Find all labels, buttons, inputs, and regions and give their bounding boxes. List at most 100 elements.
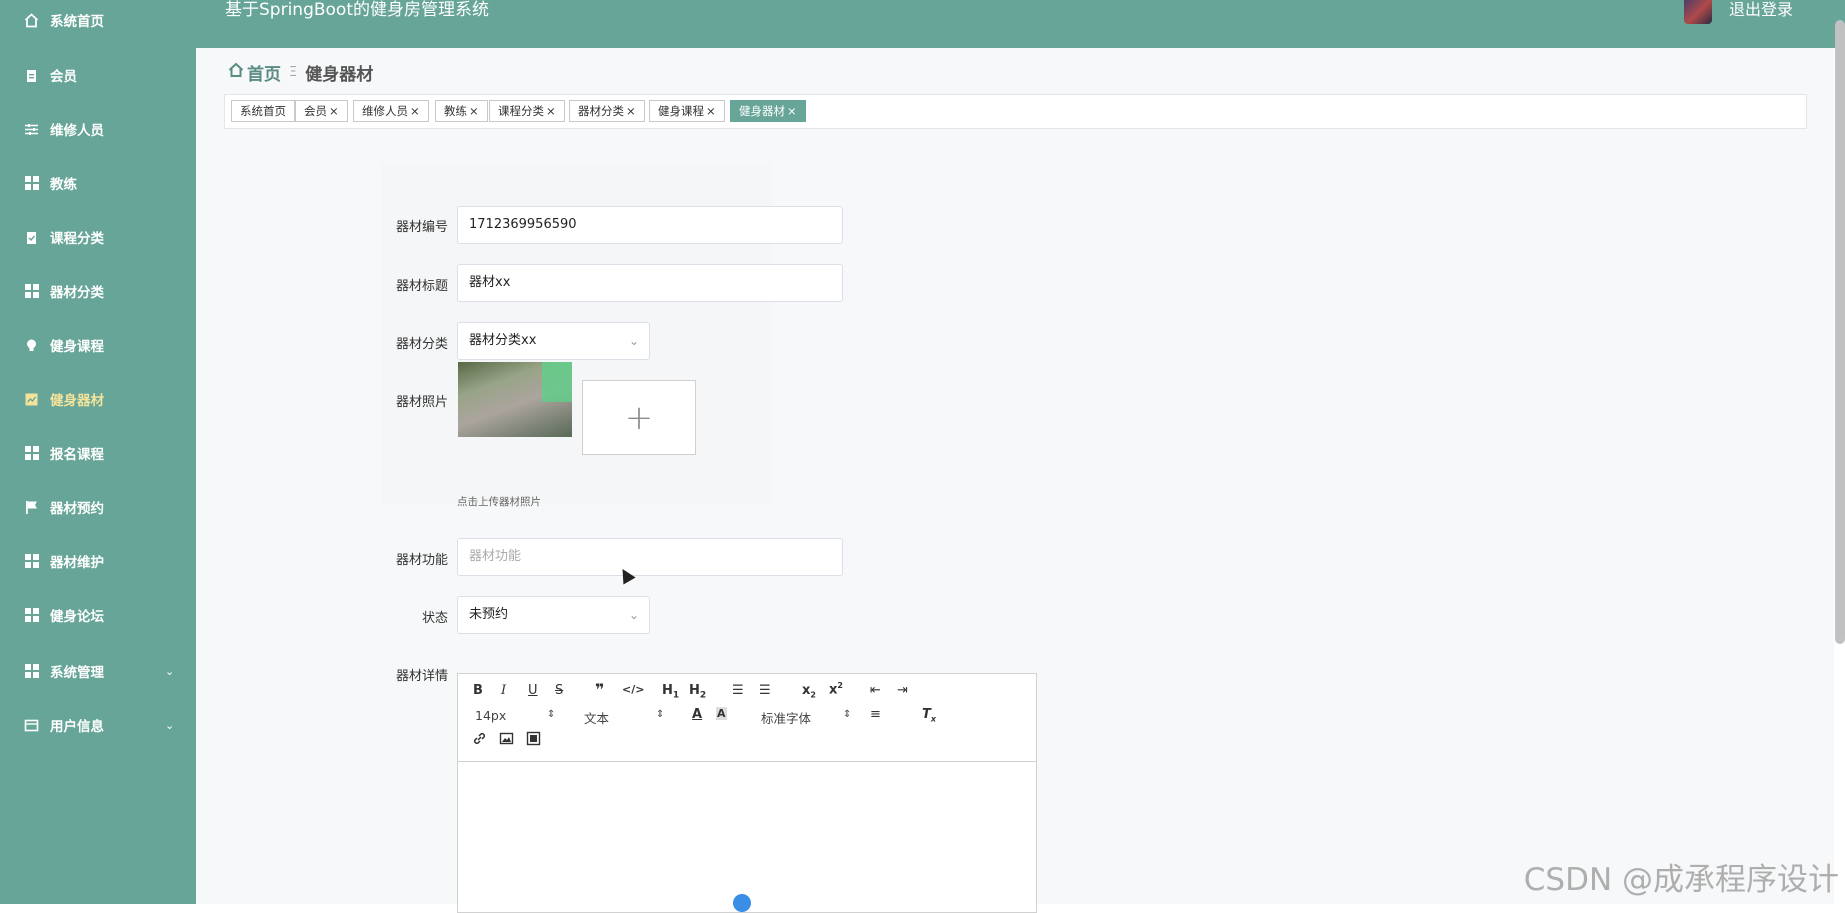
equipment-title-label: 器材标题 xyxy=(395,279,448,294)
video-icon[interactable] xyxy=(526,731,541,750)
equipment-code-input[interactable]: 1712369956590 xyxy=(457,206,843,244)
image-icon[interactable] xyxy=(499,731,514,750)
ordered-list-icon[interactable]: ☰ xyxy=(732,683,744,698)
tag-label: 健身课程 xyxy=(658,104,704,118)
grid-icon xyxy=(24,284,39,299)
tags-bar: 系统首页 会员 × 维修人员 × 教练 × 课程分类 × 器材分类 × 健身课程 × 健身器… xyxy=(224,94,1807,129)
tag-fitness-course[interactable]: 健身课程 × xyxy=(649,100,725,122)
vertical-scrollbar[interactable] xyxy=(1835,20,1845,644)
block-type-select[interactable]: 文本 ⇕ xyxy=(584,708,666,727)
close-icon[interactable]: × xyxy=(410,104,420,118)
sidebar-item-fitness-equipment[interactable]: 健身器材 xyxy=(0,379,196,419)
equipment-photo-thumbnail[interactable] xyxy=(458,362,572,437)
clipboard-icon xyxy=(24,230,39,245)
tag-member[interactable]: 会员 × xyxy=(295,100,348,122)
background-color-icon[interactable]: A xyxy=(716,707,727,720)
sidebar-item-user-info[interactable]: 用户信息 ⌄ xyxy=(0,705,196,745)
tag-label: 健身器材 xyxy=(739,104,785,118)
tag-repair-staff[interactable]: 维修人员 × xyxy=(353,100,429,122)
editor-handle[interactable] xyxy=(733,894,751,912)
sidebar: 系统首页 会员 维修人员 教练 课程分类 器材分类 健身课程 健身器材 报名课程… xyxy=(0,0,196,904)
heading2-icon[interactable]: H2 xyxy=(689,683,706,701)
tag-system-home[interactable]: 系统首页 xyxy=(231,100,295,122)
close-icon[interactable]: × xyxy=(706,104,716,118)
outdent-icon[interactable]: ⇤ xyxy=(870,683,881,698)
app-title: 基于SpringBoot的健身房管理系统 xyxy=(225,0,489,20)
breadcrumb-current: 健身器材 xyxy=(305,65,374,85)
equipment-title-input[interactable]: 器材xx xyxy=(457,264,843,302)
editor-content-area[interactable] xyxy=(458,762,1036,912)
sidebar-item-equipment-category[interactable]: 器材分类 xyxy=(0,271,196,311)
indent-icon[interactable]: ⇥ xyxy=(897,683,908,698)
equipment-function-input[interactable]: 器材功能 xyxy=(457,538,843,576)
equipment-category-select[interactable]: 器材分类xx ⌄ xyxy=(457,322,650,360)
sidebar-item-label: 会员 xyxy=(50,69,77,85)
sidebar-item-label: 课程分类 xyxy=(50,231,104,247)
bold-icon[interactable]: B xyxy=(473,683,483,698)
breadcrumb-home[interactable]: 首页 xyxy=(247,60,281,85)
sidebar-item-fitness-course[interactable]: 健身课程 xyxy=(0,325,196,365)
close-icon[interactable]: × xyxy=(546,104,556,118)
breadcrumb-separator: Ξ xyxy=(289,65,298,80)
clipboard-icon xyxy=(24,68,39,83)
subscript-icon[interactable]: x2 xyxy=(802,683,816,700)
sidebar-item-home[interactable]: 系统首页 xyxy=(0,0,196,40)
close-icon[interactable]: × xyxy=(469,104,479,118)
code-block-icon[interactable]: </> xyxy=(622,683,644,696)
editor-toolbar: B I U S ❞ </> H1 H2 ☰ ☰ x2 x2 ⇤ ⇥ 14px ⇕… xyxy=(458,674,1036,762)
tag-label: 教练 xyxy=(444,104,467,118)
grid-icon xyxy=(24,554,39,569)
sidebar-item-label: 维修人员 xyxy=(50,123,104,139)
sidebar-item-label: 系统首页 xyxy=(50,14,104,30)
avatar[interactable] xyxy=(1684,0,1712,24)
home-icon xyxy=(24,12,39,28)
font-family-value: 标准字体 xyxy=(761,711,812,726)
italic-icon[interactable]: I xyxy=(501,683,506,698)
chevron-down-icon: ⌄ xyxy=(165,718,175,732)
flag-icon xyxy=(24,500,39,515)
sidebar-item-equipment-maintenance[interactable]: 器材维护 xyxy=(0,541,196,581)
underline-icon[interactable]: U xyxy=(528,683,538,698)
close-icon[interactable]: × xyxy=(787,104,797,118)
strikethrough-icon[interactable]: S xyxy=(555,683,563,698)
sidebar-item-course-category[interactable]: 课程分类 xyxy=(0,217,196,257)
link-icon[interactable] xyxy=(472,731,487,750)
logout-button[interactable]: 退出登录 xyxy=(1729,0,1793,21)
sidebar-item-enroll-course[interactable]: 报名课程 xyxy=(0,433,196,473)
sidebar-item-member[interactable]: 会员 xyxy=(0,55,196,95)
sidebar-item-forum[interactable]: 健身论坛 xyxy=(0,595,196,635)
sidebar-item-label: 器材维护 xyxy=(50,555,104,571)
font-family-select[interactable]: 标准字体 ⇕ xyxy=(761,708,853,727)
tag-equipment-category[interactable]: 器材分类 × xyxy=(569,100,645,122)
status-select[interactable]: 未预约 ⌄ xyxy=(457,596,650,634)
tag-course-category[interactable]: 课程分类 × xyxy=(489,100,565,122)
sidebar-item-label: 健身论坛 xyxy=(50,609,104,625)
tag-label: 器材分类 xyxy=(578,104,624,118)
align-left-icon[interactable]: ≡ xyxy=(870,707,881,722)
sidebar-item-system-management[interactable]: 系统管理 ⌄ xyxy=(0,651,196,691)
equipment-function-label: 器材功能 xyxy=(395,553,448,568)
close-icon[interactable]: × xyxy=(329,104,339,118)
grid-icon xyxy=(24,176,39,191)
superscript-icon[interactable]: x2 xyxy=(829,681,843,697)
font-size-select[interactable]: 14px ⇕ xyxy=(475,708,557,723)
tag-fitness-equipment[interactable]: 健身器材 × xyxy=(730,100,806,122)
close-icon[interactable]: × xyxy=(626,104,636,118)
sidebar-item-repair-staff[interactable]: 维修人员 xyxy=(0,109,196,149)
blockquote-icon[interactable]: ❞ xyxy=(595,680,604,699)
tag-coach[interactable]: 教练 × xyxy=(435,100,488,122)
sidebar-item-equipment-booking[interactable]: 器材预约 xyxy=(0,487,196,527)
plus-icon: + xyxy=(624,397,654,438)
heading1-icon[interactable]: H1 xyxy=(662,683,679,701)
sidebar-item-label: 报名课程 xyxy=(50,447,104,463)
photo-upload-button[interactable]: + xyxy=(582,380,696,455)
lightbulb-icon xyxy=(24,338,39,353)
clear-format-icon[interactable]: Tx xyxy=(922,707,936,724)
bullet-list-icon[interactable]: ☰ xyxy=(759,683,771,698)
equipment-photo-label: 器材照片 xyxy=(395,395,448,410)
updown-icon: ⇕ xyxy=(656,709,665,720)
font-color-icon[interactable]: A xyxy=(692,707,702,722)
tag-label: 系统首页 xyxy=(240,104,286,118)
status-label: 状态 xyxy=(421,611,448,626)
sidebar-item-coach[interactable]: 教练 xyxy=(0,163,196,203)
